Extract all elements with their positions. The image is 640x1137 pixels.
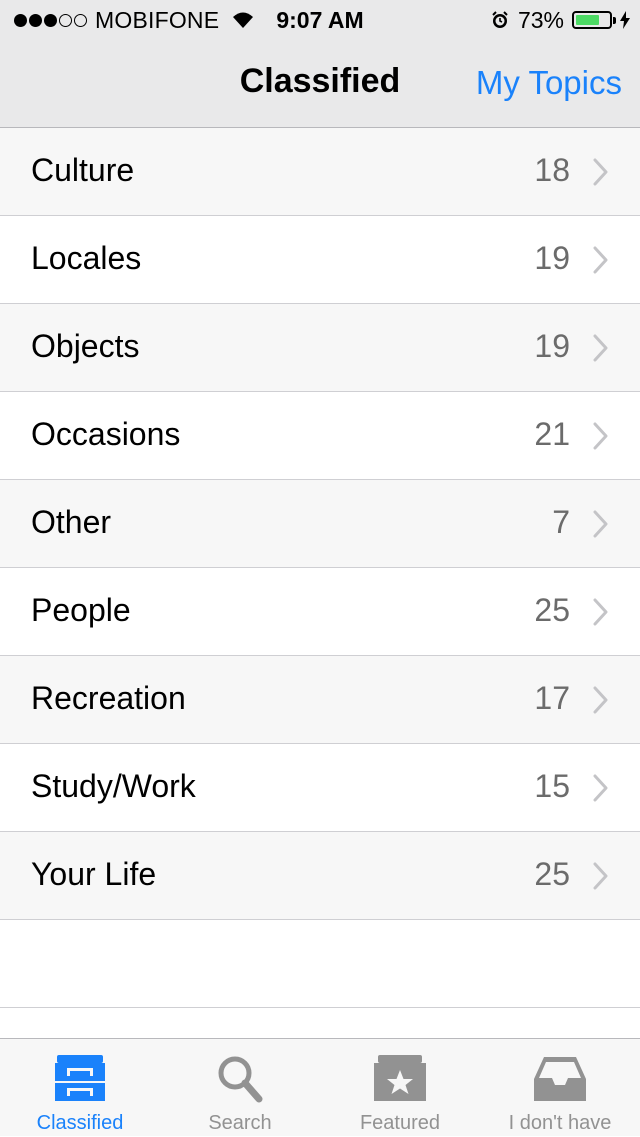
tab-classified[interactable]: Classified (0, 1039, 160, 1137)
category-count: 19 (534, 240, 570, 276)
category-row[interactable]: Other 7 (0, 480, 640, 568)
category-row[interactable]: Locales 19 (0, 216, 640, 304)
category-label: Locales (31, 240, 142, 276)
category-row[interactable]: Objects 19 (0, 304, 640, 392)
category-list: Culture 18 Locales 19 Objects 19 Occasions 21 Ot… (0, 128, 640, 920)
category-label: Recreation (31, 680, 186, 716)
category-label: Occasions (31, 416, 181, 452)
battery-icon (572, 11, 612, 29)
category-row[interactable]: People 25 (0, 568, 640, 656)
chevron-right-icon (593, 246, 608, 274)
navigation-bar: Classified My Topics (0, 40, 640, 128)
category-count: 21 (534, 416, 570, 452)
tab-i-dont-have[interactable]: I don't have (480, 1039, 640, 1137)
category-label: Objects (31, 328, 140, 364)
chevron-right-icon (593, 158, 608, 186)
category-count: 25 (534, 856, 570, 892)
category-row[interactable]: Study/Work 15 (0, 744, 640, 832)
charging-bolt-icon (620, 11, 630, 29)
inbox-tray-icon (480, 1053, 640, 1109)
tab-label-featured: Featured (359, 1112, 441, 1134)
battery-level-fill (576, 15, 599, 25)
status-right: 73% (490, 6, 630, 34)
chevron-right-icon (593, 510, 608, 538)
category-label: People (31, 592, 131, 628)
category-label: Study/Work (31, 768, 196, 804)
category-row[interactable]: Your Life 25 (0, 832, 640, 920)
tab-bar: Classified Search Featured I don't have (0, 1038, 640, 1136)
tab-label-search: Search (208, 1112, 272, 1134)
chevron-right-icon (593, 774, 608, 802)
category-label: Other (31, 504, 112, 540)
my-topics-button[interactable]: My Topics (476, 64, 622, 102)
battery-percent: 73% (517, 6, 564, 33)
tab-label-classified: Classified (36, 1112, 124, 1134)
battery-tip (613, 16, 616, 24)
category-count: 7 (552, 504, 570, 540)
category-row[interactable]: Recreation 17 (0, 656, 640, 744)
chevron-right-icon (593, 862, 608, 890)
category-label: Culture (31, 152, 135, 188)
tab-featured[interactable]: Featured (320, 1039, 480, 1137)
chevron-right-icon (593, 598, 608, 626)
category-row[interactable]: Occasions 21 (0, 392, 640, 480)
category-count: 19 (534, 328, 570, 364)
chevron-right-icon (593, 686, 608, 714)
category-count: 17 (534, 680, 570, 716)
search-icon (160, 1053, 320, 1109)
chevron-right-icon (593, 422, 608, 450)
status-bar: MOBIFONE 9:07 AM 73% (0, 0, 640, 40)
featured-star-box-icon (320, 1053, 480, 1109)
category-count: 18 (534, 152, 570, 188)
category-label: Your Life (31, 856, 157, 892)
category-count: 25 (534, 592, 570, 628)
tab-label-i-dont-have: I don't have (508, 1112, 612, 1134)
category-count: 15 (534, 768, 570, 804)
tab-search[interactable]: Search (160, 1039, 320, 1137)
cabinet-icon (0, 1053, 160, 1109)
category-row[interactable]: Culture 18 (0, 128, 640, 216)
chevron-right-icon (593, 334, 608, 362)
empty-list-row (0, 920, 640, 1008)
alarm-clock-icon (490, 10, 510, 30)
